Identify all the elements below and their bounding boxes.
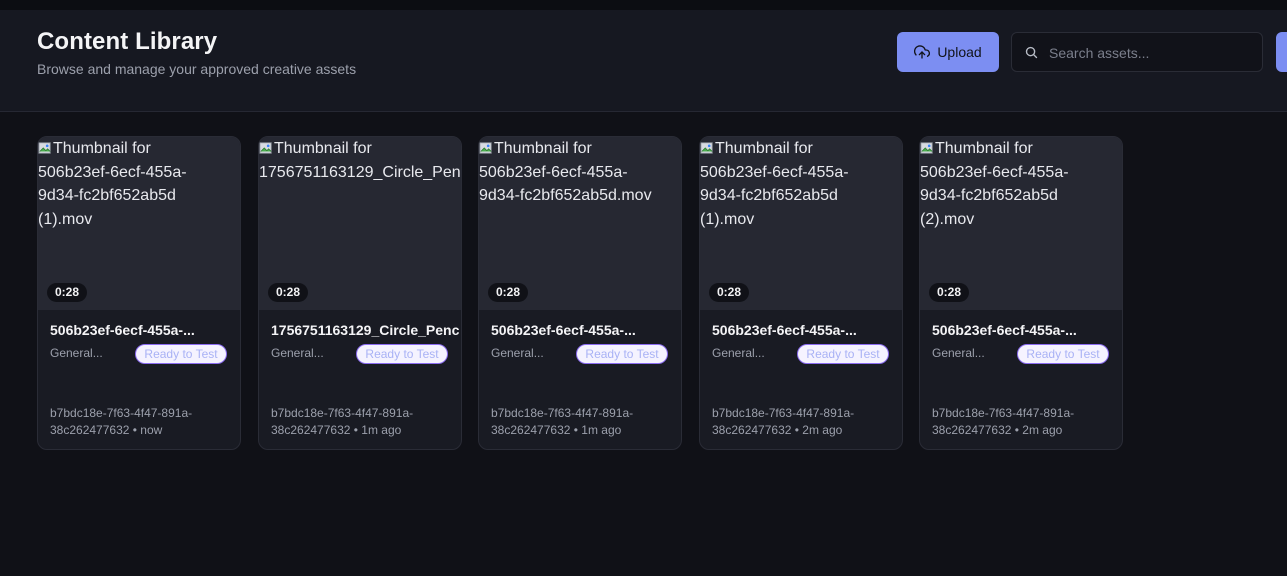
asset-owner-id: b7bdc18e-7f63-4f47-891a- <box>271 406 414 420</box>
asset-meta: b7bdc18e-7f63-4f47-891a- 38c262477632 • … <box>491 405 677 438</box>
page-title: Content Library <box>37 28 218 55</box>
asset-owner-id: b7bdc18e-7f63-4f47-891a- <box>491 406 634 420</box>
asset-owner-time: 38c262477632 • 1m ago <box>271 422 402 437</box>
asset-card[interactable]: Thumbnail for 506b23ef-6ecf-455a- 9d34-f… <box>699 136 903 450</box>
status-badge: Ready to Test <box>797 344 889 364</box>
asset-category: General... <box>932 346 985 360</box>
asset-category: General... <box>491 346 544 360</box>
cloud-upload-icon <box>914 45 931 59</box>
partially-visible-button[interactable] <box>1276 32 1287 72</box>
asset-thumbnail[interactable]: Thumbnail for 506b23ef-6ecf-455a- 9d34-f… <box>700 137 902 310</box>
search-box[interactable] <box>1011 32 1263 73</box>
asset-card[interactable]: Thumbnail for 506b23ef-6ecf-455a- 9d34-f… <box>478 136 682 450</box>
duration-badge: 0:28 <box>709 283 750 302</box>
broken-image-icon <box>479 142 492 154</box>
thumbnail-alt-text: Thumbnail for 506b23ef-6ecf-455a- 9d34-f… <box>479 140 652 204</box>
asset-card[interactable]: Thumbnail for 506b23ef-6ecf-455a- 9d34-f… <box>37 136 241 450</box>
status-badge: Ready to Test <box>576 344 668 364</box>
broken-image-icon <box>920 142 933 154</box>
top-strip <box>0 0 1287 10</box>
asset-name: 506b23ef-6ecf-455a-... <box>50 322 195 338</box>
asset-name: 1756751163129_Circle_Penc <box>271 322 460 338</box>
search-input[interactable] <box>1047 33 1261 73</box>
thumbnail-alt-text: Thumbnail for 1756751163129_Circle_Pend <box>259 140 462 181</box>
asset-owner-time: 38c262477632 • now <box>50 422 163 437</box>
duration-badge: 0:28 <box>488 283 529 302</box>
asset-category: General... <box>271 346 324 360</box>
status-badge: Ready to Test <box>1017 344 1109 364</box>
thumbnail-alt-text: Thumbnail for 506b23ef-6ecf-455a- 9d34-f… <box>700 140 849 228</box>
asset-thumbnail[interactable]: Thumbnail for 1756751163129_Circle_Pend … <box>259 137 462 310</box>
broken-image-icon <box>259 142 272 154</box>
asset-meta: b7bdc18e-7f63-4f47-891a- 38c262477632 • … <box>712 405 898 438</box>
status-badge: Ready to Test <box>356 344 448 364</box>
asset-owner-time: 38c262477632 • 2m ago <box>932 422 1063 437</box>
search-icon <box>1025 46 1038 59</box>
thumbnail-alt-text: Thumbnail for 506b23ef-6ecf-455a- 9d34-f… <box>920 140 1069 228</box>
asset-category: General... <box>50 346 103 360</box>
broken-image-icon <box>700 142 713 154</box>
page-header: Content Library Browse and manage your a… <box>0 10 1287 112</box>
asset-name: 506b23ef-6ecf-455a-... <box>491 322 636 338</box>
duration-badge: 0:28 <box>929 283 970 302</box>
asset-owner-id: b7bdc18e-7f63-4f47-891a- <box>50 406 193 420</box>
asset-thumbnail[interactable]: Thumbnail for 506b23ef-6ecf-455a- 9d34-f… <box>920 137 1122 310</box>
asset-meta: b7bdc18e-7f63-4f47-891a- 38c262477632 • … <box>271 405 457 438</box>
asset-thumbnail[interactable]: Thumbnail for 506b23ef-6ecf-455a- 9d34-f… <box>479 137 681 310</box>
status-badge: Ready to Test <box>135 344 227 364</box>
asset-card[interactable]: Thumbnail for 506b23ef-6ecf-455a- 9d34-f… <box>919 136 1123 450</box>
asset-category: General... <box>712 346 765 360</box>
thumbnail-alt-text: Thumbnail for 506b23ef-6ecf-455a- 9d34-f… <box>38 140 187 228</box>
duration-badge: 0:28 <box>268 283 309 302</box>
upload-button-label: Upload <box>937 44 982 60</box>
asset-owner-time: 38c262477632 • 2m ago <box>712 422 843 437</box>
broken-image-icon <box>38 142 51 154</box>
upload-button[interactable]: Upload <box>897 32 999 72</box>
asset-thumbnail[interactable]: Thumbnail for 506b23ef-6ecf-455a- 9d34-f… <box>38 137 240 310</box>
asset-name: 506b23ef-6ecf-455a-... <box>712 322 857 338</box>
asset-name: 506b23ef-6ecf-455a-... <box>932 322 1077 338</box>
asset-owner-time: 38c262477632 • 1m ago <box>491 422 622 437</box>
asset-owner-id: b7bdc18e-7f63-4f47-891a- <box>712 406 855 420</box>
asset-owner-id: b7bdc18e-7f63-4f47-891a- <box>932 406 1075 420</box>
duration-badge: 0:28 <box>47 283 88 302</box>
asset-meta: b7bdc18e-7f63-4f47-891a- 38c262477632 • … <box>932 405 1118 438</box>
asset-meta: b7bdc18e-7f63-4f47-891a- 38c262477632 • … <box>50 405 236 438</box>
asset-card[interactable]: Thumbnail for 1756751163129_Circle_Pend … <box>258 136 462 450</box>
page-subtitle: Browse and manage your approved creative… <box>37 61 357 77</box>
